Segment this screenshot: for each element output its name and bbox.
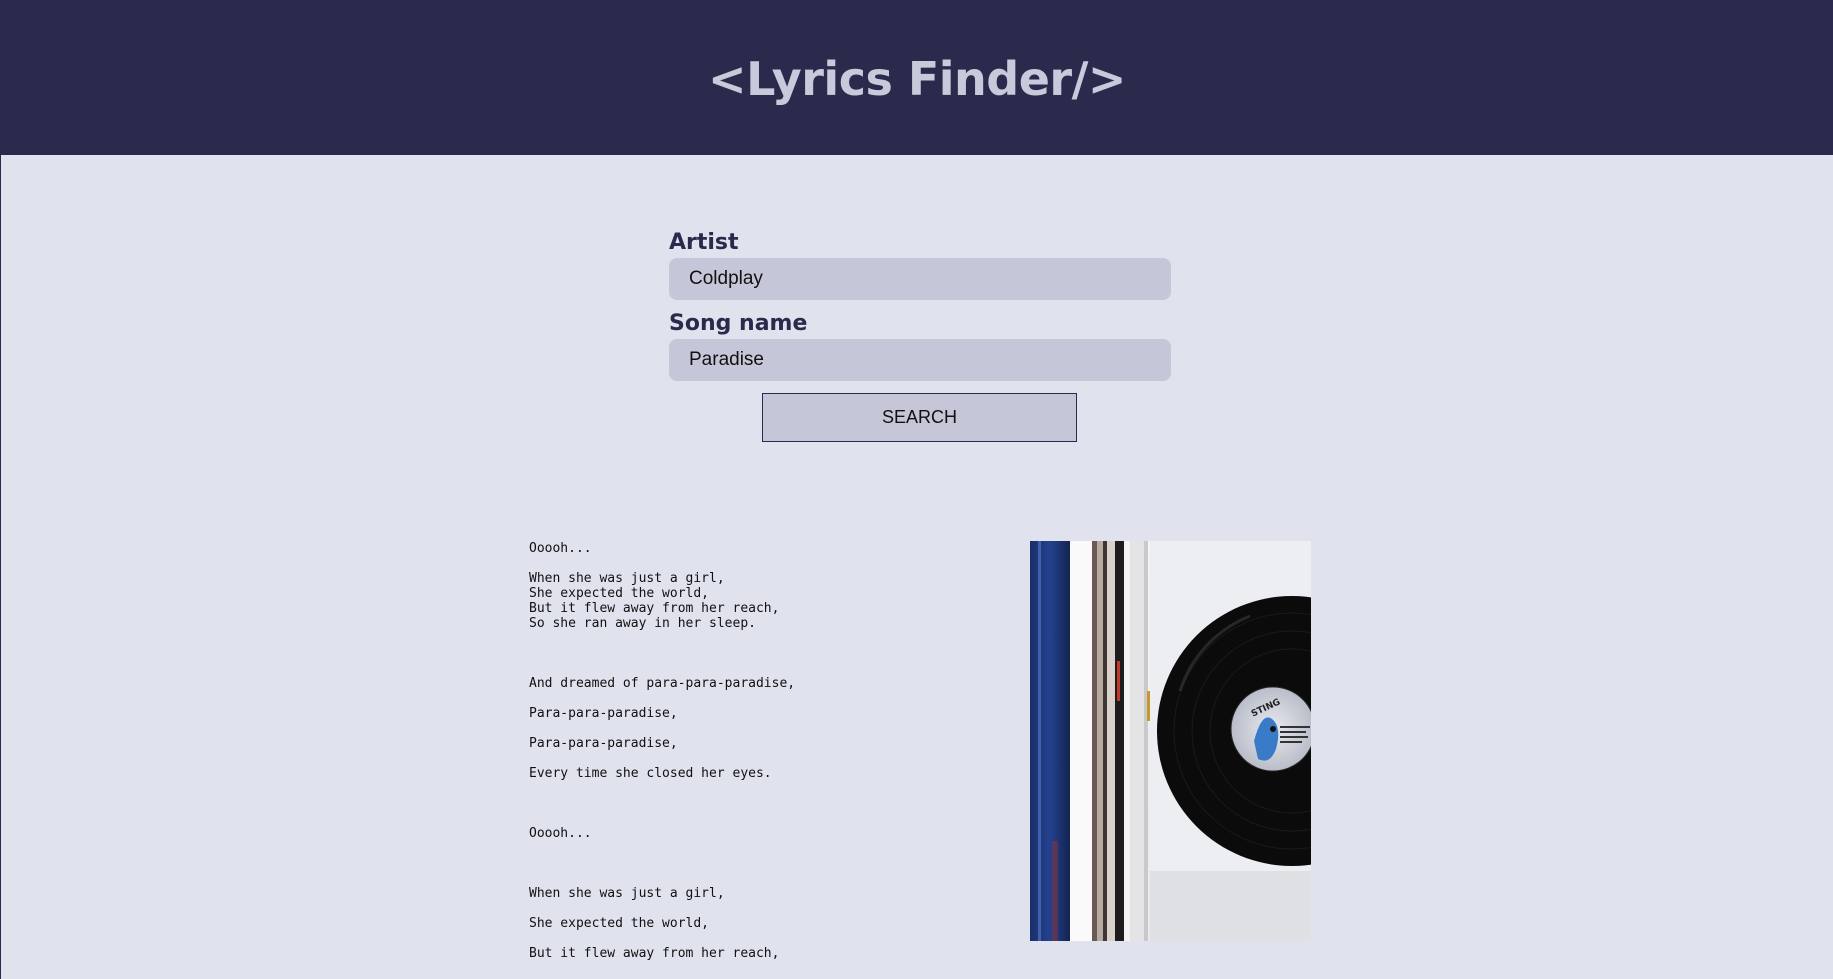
- vinyl-record-photo: STING: [1030, 541, 1311, 941]
- song-name-input[interactable]: [669, 339, 1171, 381]
- app-root: <Lyrics Finder/> Artist Song name SEARCH…: [0, 0, 1833, 979]
- song-name-label: Song name: [669, 311, 808, 336]
- artist-input[interactable]: [669, 258, 1171, 300]
- lyrics-line: [529, 871, 999, 886]
- lyrics-line: [529, 646, 999, 661]
- artist-label: Artist: [669, 230, 739, 255]
- lyrics-line: [529, 556, 999, 571]
- lyrics-line: [529, 751, 999, 766]
- lyrics-line: Para-para-paradise,: [529, 706, 678, 721]
- lyrics-line: [529, 721, 999, 736]
- lyrics-line: And dreamed of para-para-paradise,: [529, 676, 796, 691]
- search-button[interactable]: SEARCH: [762, 393, 1077, 442]
- lyrics-line: Ooooh...: [529, 541, 592, 556]
- lyrics-line: But it flew away from her reach,: [529, 601, 780, 616]
- lyrics-line: She expected the world,: [529, 586, 710, 601]
- lyrics-line: [529, 631, 999, 646]
- lyrics-line: [529, 796, 999, 811]
- lyrics-line: [529, 856, 999, 871]
- lyrics-line: [529, 661, 999, 676]
- lyrics-line: [529, 691, 999, 706]
- app-header: <Lyrics Finder/>: [1, 0, 1833, 155]
- lyrics-line: Ooooh...: [529, 826, 592, 841]
- lyrics-line: When she was just a girl,: [529, 886, 725, 901]
- lyrics-text: Ooooh... When she was just a girl, She ex…: [529, 541, 999, 961]
- lyrics-line: Para-para-paradise,: [529, 736, 678, 751]
- lyrics-line: [529, 901, 999, 916]
- lyrics-line: She expected the world,: [529, 916, 710, 931]
- lyrics-line: [529, 931, 999, 946]
- lyrics-line: But it flew away from her reach,: [529, 946, 780, 961]
- lyrics-line: When she was just a girl,: [529, 571, 725, 586]
- lyrics-line: Every time she closed her eyes.: [529, 766, 772, 781]
- album-cover-image: STING: [1030, 541, 1311, 941]
- lyrics-line: [529, 841, 999, 856]
- lyrics-line: [529, 811, 999, 826]
- lyrics-line: So she ran away in her sleep.: [529, 616, 756, 631]
- page-title: <Lyrics Finder/>: [708, 51, 1126, 106]
- lyrics-line: [529, 781, 999, 796]
- search-form: Artist Song name: [669, 228, 1171, 390]
